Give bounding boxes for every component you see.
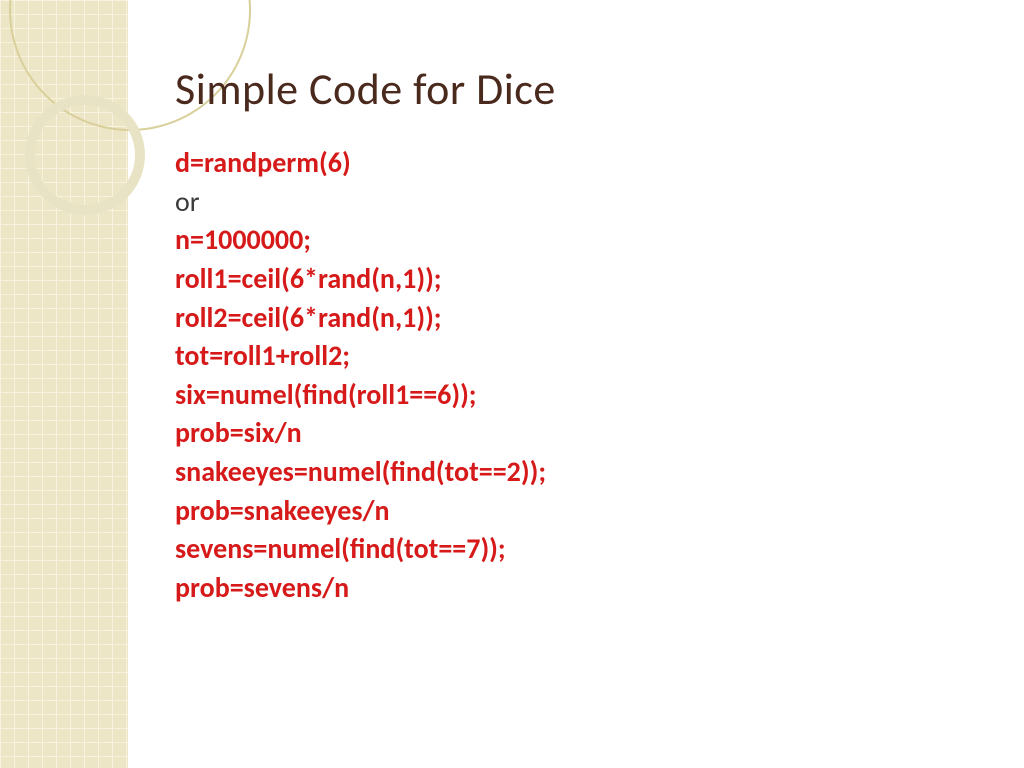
code-block: d=randperm(6) or n=1000000; roll1=ceil(6…	[175, 144, 984, 608]
code-line: six=numel(find(roll1==6));	[175, 376, 984, 415]
code-line: prob=sevens/n	[175, 569, 984, 608]
code-line: d=randperm(6)	[175, 144, 984, 183]
code-line: roll2=ceil(6*rand(n,1));	[175, 299, 984, 338]
slide: Simple Code for Dice d=randperm(6) or n=…	[0, 0, 1024, 768]
code-line: sevens=numel(find(tot==7));	[175, 530, 984, 569]
code-line: or	[175, 183, 984, 222]
code-line: roll1=ceil(6*rand(n,1));	[175, 260, 984, 299]
code-line: n=1000000;	[175, 221, 984, 260]
slide-title: Simple Code for Dice	[175, 62, 984, 116]
code-line: snakeeyes=numel(find(tot==2));	[175, 453, 984, 492]
code-line: prob=snakeeyes/n	[175, 492, 984, 531]
slide-content: Simple Code for Dice d=randperm(6) or n=…	[175, 62, 984, 608]
code-line: tot=roll1+roll2;	[175, 337, 984, 376]
left-texture-band	[0, 0, 128, 768]
code-line: prob=six/n	[175, 414, 984, 453]
